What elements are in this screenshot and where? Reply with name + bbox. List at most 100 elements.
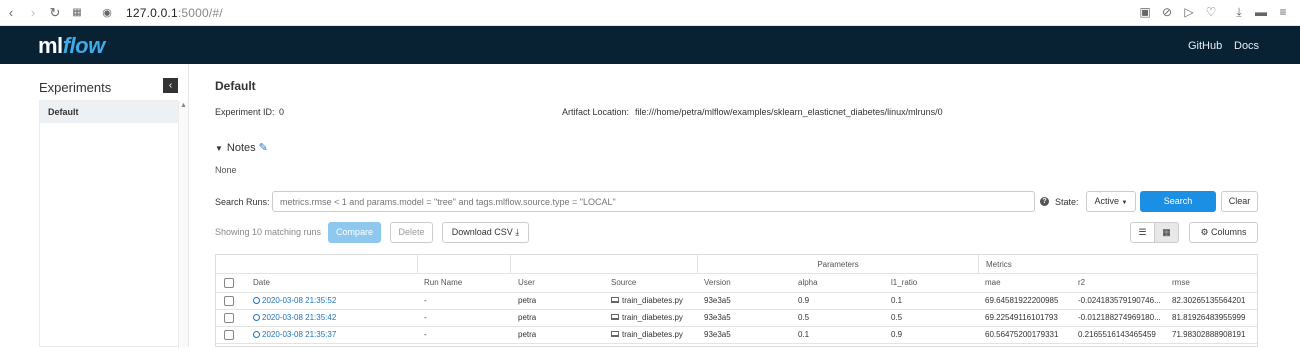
run-source[interactable]: train_diabetes.py: [605, 293, 683, 309]
forward-icon[interactable]: ›: [22, 5, 44, 20]
menu-icon[interactable]: ≡: [1272, 5, 1294, 20]
grid-icon: ▦: [1162, 227, 1171, 237]
github-link[interactable]: GitHub: [1188, 40, 1222, 52]
run-source[interactable]: train_diabetes.py: [605, 310, 683, 326]
scroll-up-icon[interactable]: ▲: [179, 101, 188, 111]
help-icon[interactable]: ?: [1040, 197, 1049, 206]
download-csv-label: Download CSV: [451, 227, 513, 237]
param-alpha: 0.1: [798, 330, 810, 339]
app-header: mlflow GitHub Docs: [0, 26, 1300, 64]
run-source[interactable]: train_diabetes.py: [605, 327, 683, 343]
delete-button[interactable]: Delete: [390, 222, 433, 243]
state-dropdown[interactable]: Active ▼: [1086, 191, 1136, 212]
table-group-header: Parameters Metrics: [216, 255, 1257, 274]
run-date-link[interactable]: 2020-03-08 21:35:52: [247, 293, 336, 309]
experiment-id-label: Experiment ID:: [215, 107, 275, 117]
notes-label: Notes: [226, 142, 256, 154]
table-column-header: Date Run Name User Source Version alpha …: [216, 274, 1257, 293]
columns-button[interactable]: ⚙ Columns: [1189, 222, 1258, 243]
row-checkbox[interactable]: [224, 296, 234, 306]
column-header-mae[interactable]: mae: [979, 274, 1001, 292]
column-header-user[interactable]: User: [512, 274, 535, 292]
run-name: -: [424, 330, 427, 339]
column-header-l1-ratio[interactable]: l1_ratio: [885, 274, 917, 292]
laptop-icon: [611, 314, 619, 320]
metric-rmse: 82.30265135564201: [1172, 296, 1246, 305]
column-header-run-name[interactable]: Run Name: [418, 274, 462, 292]
send-icon[interactable]: ▷: [1178, 5, 1200, 20]
table-row[interactable]: 2020-03-08 21:35:37 - petra train_diabet…: [216, 327, 1257, 344]
block-icon[interactable]: ⊘: [1156, 5, 1178, 20]
list-view-button[interactable]: ☰: [1130, 222, 1155, 243]
run-name: -: [424, 296, 427, 305]
reload-icon[interactable]: ↻: [44, 5, 66, 21]
group-spacer-runname: [418, 255, 511, 273]
url-path: :5000/#/: [177, 5, 223, 20]
row-checkbox[interactable]: [224, 330, 234, 340]
run-user: petra: [518, 313, 537, 322]
docs-link[interactable]: Docs: [1234, 40, 1259, 52]
state-label: State:: [1055, 197, 1079, 207]
metric-mae: 60.56475200179331: [985, 330, 1059, 339]
metric-mae: 69.64581922200985: [985, 296, 1059, 305]
sidebar-item-default[interactable]: Default: [40, 101, 178, 123]
run-source-label: train_diabetes.py: [622, 313, 683, 322]
param-l1-ratio: 0.9: [891, 330, 903, 339]
run-date: 2020-03-08 21:35:52: [262, 296, 337, 305]
run-source-label: train_diabetes.py: [622, 296, 683, 305]
row-checkbox[interactable]: [224, 313, 234, 323]
experiment-id-value: 0: [279, 107, 285, 117]
camera-icon[interactable]: ▣: [1134, 5, 1156, 20]
logo-ml: ml: [38, 33, 63, 58]
column-header-rmse[interactable]: rmse: [1166, 274, 1190, 292]
run-date-link[interactable]: 2020-03-08 21:35:42: [247, 310, 336, 326]
run-version: 93e3a5: [704, 330, 731, 339]
run-user: petra: [518, 330, 537, 339]
clear-button[interactable]: Clear: [1221, 191, 1258, 212]
column-header-source[interactable]: Source: [605, 274, 636, 292]
table-row[interactable]: 2020-03-08 21:35:52 - petra train_diabet…: [216, 293, 1257, 310]
notes-value: None: [215, 165, 237, 175]
collapse-sidebar-button[interactable]: ‹: [163, 78, 178, 93]
parameters-group-header: Parameters: [698, 255, 979, 273]
edit-icon[interactable]: ✎: [259, 142, 268, 154]
columns-label: Columns: [1211, 227, 1247, 237]
table-row[interactable]: 2020-03-08 21:35:42 - petra train_diabet…: [216, 310, 1257, 327]
column-header-version[interactable]: Version: [698, 274, 731, 292]
param-l1-ratio: 0.1: [891, 296, 903, 305]
column-header-alpha[interactable]: alpha: [792, 274, 818, 292]
mlflow-logo[interactable]: mlflow: [38, 33, 105, 59]
param-alpha: 0.5: [798, 313, 810, 322]
search-runs-input[interactable]: [272, 191, 1035, 212]
param-l1-ratio: 0.5: [891, 313, 903, 322]
address-bar[interactable]: 127.0.0.1:5000/#/: [126, 6, 223, 20]
grid-view-button[interactable]: ▦: [1154, 222, 1179, 243]
notes-toggle[interactable]: ▼ Notes ✎: [215, 141, 268, 154]
download-csv-button[interactable]: Download CSV ⤓: [442, 222, 529, 243]
caret-down-icon: ▼: [215, 144, 223, 153]
tabs-grid-icon[interactable]: ▦: [66, 7, 88, 18]
compare-button[interactable]: Compare: [328, 222, 381, 243]
back-icon[interactable]: ‹: [0, 5, 22, 20]
experiment-list: Default ▲: [39, 100, 188, 348]
metric-r2: -0.024183579190746...: [1078, 296, 1161, 305]
sidebar-scrollbar[interactable]: ▲: [178, 101, 188, 348]
matching-runs-count: Showing 10 matching runs: [215, 227, 322, 237]
run-date-link[interactable]: 2020-03-08 21:35:37: [247, 327, 336, 343]
check-circle-icon: [253, 297, 260, 304]
group-spacer-meta: [511, 255, 698, 273]
site-info-icon[interactable]: ◉: [96, 6, 118, 19]
metrics-group-header: Metrics: [986, 260, 1012, 269]
column-header-r2[interactable]: r2: [1072, 274, 1085, 292]
list-icon: ☰: [1138, 227, 1147, 237]
param-alpha: 0.9: [798, 296, 810, 305]
select-all-checkbox[interactable]: [224, 278, 234, 288]
run-version: 93e3a5: [704, 313, 731, 322]
column-header-date[interactable]: Date: [247, 274, 270, 292]
search-button[interactable]: Search: [1140, 191, 1216, 212]
battery-icon[interactable]: ▬: [1250, 5, 1272, 20]
heart-icon[interactable]: ♡: [1200, 5, 1222, 20]
browser-toolbar: ‹ › ↻ ▦ ◉ 127.0.0.1:5000/#/ ▣ ⊘ ▷ ♡ ⤓ ▬ …: [0, 0, 1300, 26]
download-icon[interactable]: ⤓: [1228, 5, 1250, 20]
laptop-icon: [611, 297, 619, 303]
